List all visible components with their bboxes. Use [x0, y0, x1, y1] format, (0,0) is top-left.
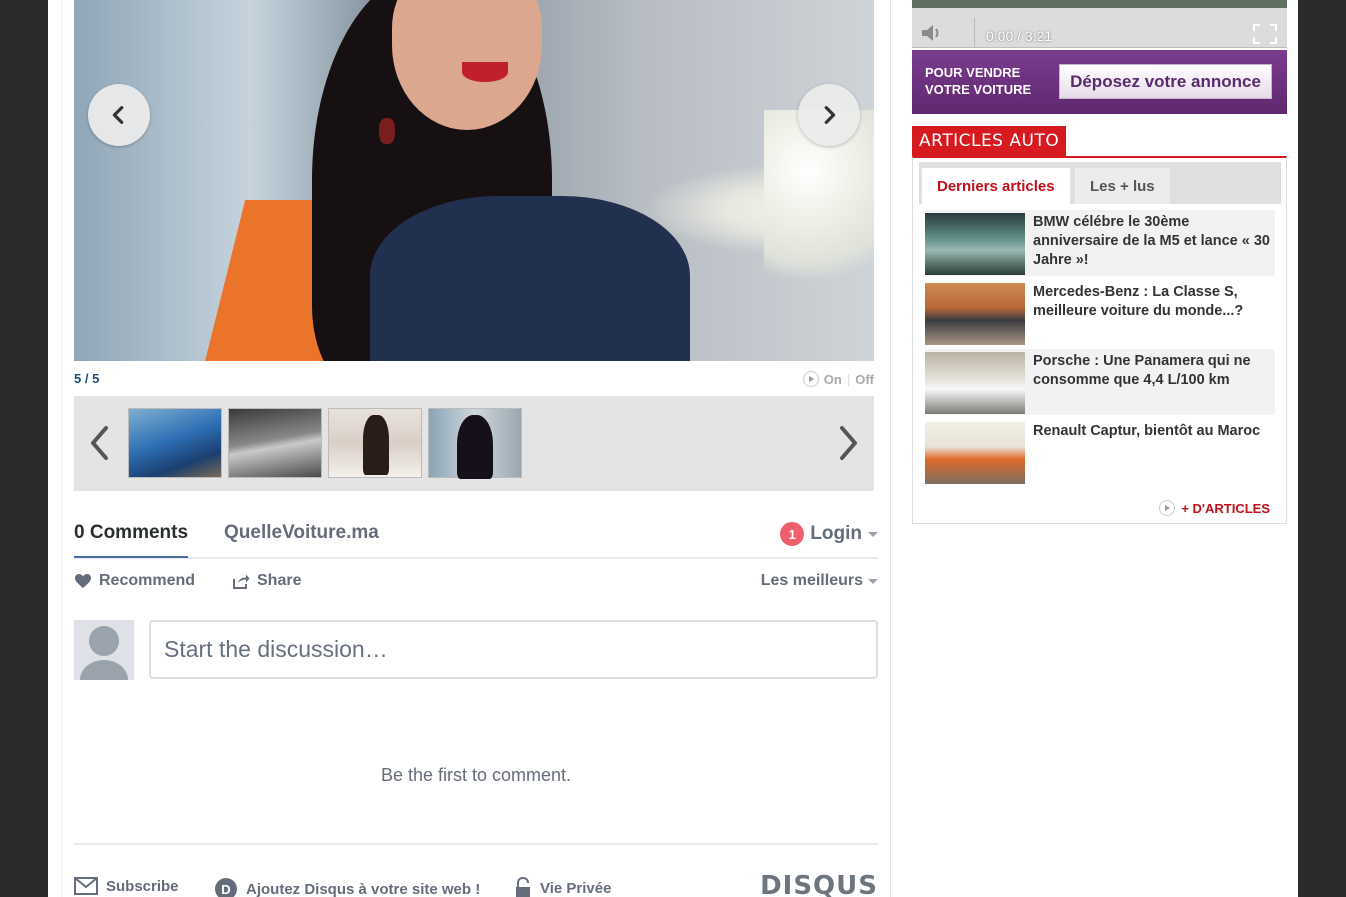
- sell-banner-line1: POUR VENDRE: [925, 65, 1021, 80]
- sell-banner-line2: VOTRE VOITURE: [925, 82, 1032, 97]
- image-detail: [462, 62, 508, 82]
- chevron-left-icon: [91, 426, 108, 460]
- comments-actions: Recommend Share Les meilleurs: [74, 572, 878, 592]
- caret-down-icon: [868, 578, 878, 584]
- comment-input[interactable]: [149, 620, 878, 679]
- recommend-label: Recommend: [99, 572, 196, 589]
- sort-menu[interactable]: Les meilleurs: [761, 572, 878, 590]
- thumbs-next-button[interactable]: [834, 424, 864, 462]
- disqus-icon: D: [215, 878, 237, 897]
- article-thumbnail[interactable]: [925, 213, 1025, 275]
- lock-icon: [516, 877, 530, 897]
- article-item[interactable]: Porsche : Une Panamera qui ne consomme q…: [925, 349, 1275, 415]
- video-time: 0:00 / 3:21: [986, 28, 1053, 44]
- tab-latest-articles[interactable]: Derniers articles: [922, 168, 1070, 204]
- post-ad-button[interactable]: Déposez votre annonce: [1059, 64, 1272, 99]
- article-item[interactable]: Mercedes-Benz : La Classe S, meilleure v…: [925, 280, 1275, 346]
- thumbs-prev-button[interactable]: [84, 424, 114, 462]
- play-icon: [802, 371, 819, 387]
- more-articles-link[interactable]: + D'ARTICLES: [1159, 500, 1270, 516]
- login-menu[interactable]: 1 Login: [780, 522, 878, 546]
- thumbnail-3[interactable]: [328, 408, 422, 478]
- image-detail: [370, 196, 690, 361]
- recommend-button[interactable]: Recommend: [74, 572, 195, 590]
- sort-label: Les meilleurs: [760, 572, 863, 589]
- comments-footer: Subscribe D Ajoutez Disqus à votre site …: [74, 843, 878, 897]
- svg-text:D: D: [221, 882, 230, 897]
- article-thumbnail[interactable]: [925, 283, 1025, 345]
- article-thumbnail[interactable]: [925, 352, 1025, 414]
- article-title[interactable]: Porsche : Une Panamera qui ne consomme q…: [1033, 352, 1273, 390]
- notification-badge[interactable]: 1: [780, 522, 805, 546]
- chevron-right-icon: [824, 106, 836, 124]
- article-item[interactable]: BMW célébre le 30ème anniversaire de la …: [925, 210, 1275, 276]
- chevron-right-icon: [840, 426, 857, 460]
- disqus-logo[interactable]: DISQUS: [760, 871, 878, 897]
- empty-comments-message: Be the first to comment.: [380, 765, 572, 785]
- autoplay-toggle[interactable]: On | Off: [802, 371, 874, 387]
- video-player-controls: 0:00 / 3:21: [912, 0, 1287, 48]
- article-title[interactable]: Mercedes-Benz : La Classe S, meilleure v…: [1033, 283, 1273, 321]
- articles-heading: ARTICLES AUTO: [912, 126, 1067, 156]
- gallery-thumbnails: [74, 396, 874, 491]
- articles-box: Derniers articles Les + lus BMW célébre …: [912, 156, 1287, 524]
- thumbnail-2[interactable]: [228, 408, 322, 478]
- separator: |: [846, 371, 851, 387]
- chevron-left-icon: [112, 106, 124, 124]
- article-title[interactable]: Renault Captur, bientôt au Maroc: [1033, 422, 1273, 441]
- heart-icon: [75, 574, 91, 588]
- share-icon: [233, 574, 250, 589]
- fullscreen-icon: [1253, 24, 1277, 44]
- privacy-link[interactable]: Vie Privée: [514, 877, 611, 897]
- subscribe-link[interactable]: Subscribe: [74, 877, 179, 895]
- autoplay-off[interactable]: Off: [855, 372, 874, 387]
- right-sidebar: 0:00 / 3:21 POUR VENDRE VOTRE VOITURE Dé…: [912, 0, 1287, 897]
- separator: [974, 18, 975, 48]
- gallery-next-button[interactable]: [798, 84, 860, 146]
- articles-tabs: Derniers articles Les + lus: [919, 162, 1281, 204]
- sell-car-banner: POUR VENDRE VOTRE VOITURE Déposez votre …: [912, 50, 1287, 114]
- caret-down-icon: [868, 531, 878, 537]
- add-disqus-label: Ajoutez Disqus à votre site web !: [246, 880, 481, 897]
- add-disqus-link[interactable]: D Ajoutez Disqus à votre site web !: [214, 877, 480, 897]
- thumbnail-4[interactable]: [428, 408, 522, 479]
- subscribe-label: Subscribe: [106, 877, 179, 895]
- article-thumbnail[interactable]: [925, 422, 1025, 484]
- article-item[interactable]: Renault Captur, bientôt au Maroc: [925, 419, 1275, 485]
- privacy-label: Vie Privée: [540, 879, 612, 897]
- gallery-main-image: [74, 0, 874, 361]
- envelope-icon: [74, 877, 98, 895]
- page: 5 / 5 On | Off 0 Comments QuelleVoiture.…: [48, 0, 1298, 897]
- more-articles-label: + D'ARTICLES: [1181, 500, 1270, 516]
- thumbnail-1[interactable]: [128, 408, 222, 478]
- fullscreen-button[interactable]: [1253, 24, 1277, 49]
- volume-button[interactable]: [920, 24, 944, 47]
- user-avatar: [74, 620, 134, 680]
- gallery-prev-button[interactable]: [88, 84, 150, 146]
- share-label: Share: [257, 572, 302, 589]
- speaker-icon: [922, 25, 939, 41]
- comments-tabs: 0 Comments QuelleVoiture.ma 1 Login: [74, 518, 878, 559]
- article-title[interactable]: BMW célébre le 30ème anniversaire de la …: [1033, 213, 1273, 270]
- gallery-counter: 5 / 5: [74, 371, 100, 386]
- image-detail: [379, 118, 395, 144]
- play-icon: [1159, 500, 1176, 516]
- main-column: 5 / 5 On | Off 0 Comments QuelleVoiture.…: [61, 0, 891, 897]
- comments-count-tab[interactable]: 0 Comments: [74, 522, 189, 558]
- video-frame: [912, 0, 1287, 8]
- login-label[interactable]: Login: [810, 523, 862, 545]
- tab-most-read[interactable]: Les + lus: [1075, 168, 1170, 204]
- share-button[interactable]: Share: [232, 572, 301, 590]
- community-tab[interactable]: QuelleVoiture.ma: [224, 522, 379, 544]
- autoplay-on[interactable]: On: [824, 372, 842, 387]
- sell-banner-text: POUR VENDRE VOTRE VOITURE: [925, 64, 1055, 98]
